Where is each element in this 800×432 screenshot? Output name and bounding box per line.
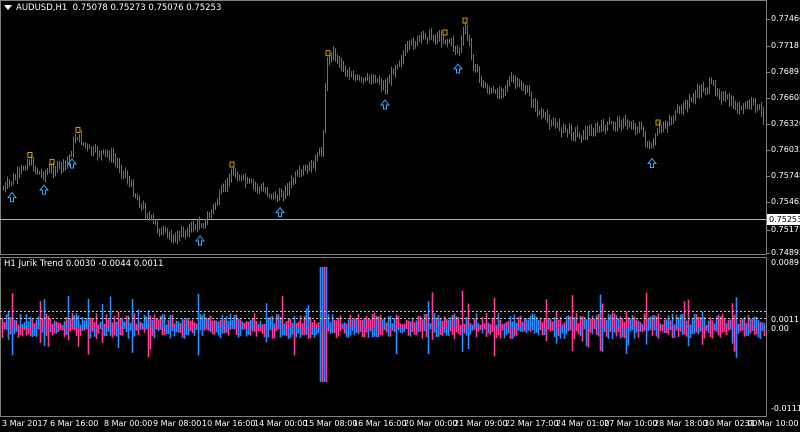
up-arrow-icon: [6, 191, 18, 203]
current-price-box: 0.75253: [767, 214, 800, 225]
indicator-frame: [0, 257, 767, 417]
price-tick: 0.77466: [771, 14, 800, 23]
time-label: 21 Mar 09:00: [454, 419, 508, 428]
up-arrow-icon: [274, 206, 286, 218]
price-tick: 0.76608: [771, 93, 800, 102]
time-label: 24 Mar 01:00: [556, 419, 610, 428]
price-tick: 0.76891: [771, 67, 800, 76]
time-label: 20 Mar 00:00: [404, 419, 458, 428]
main-chart-frame: [0, 0, 767, 255]
indicator-header: H1 Jurik Trend 0.0030 -0.0044 0.0011: [4, 259, 164, 269]
time-label: 16 Mar 16:00: [353, 419, 407, 428]
fractal-marker-icon: [75, 126, 81, 133]
collapse-triangle-icon[interactable]: [4, 5, 12, 10]
time-label: 15 Mar 08:00: [304, 419, 358, 428]
time-label: 14 Mar 00:00: [254, 419, 308, 428]
time-label: 3 Mar 2017: [2, 419, 48, 428]
up-arrow-icon: [194, 235, 206, 246]
indicator-tick: 0.00: [771, 324, 789, 333]
up-arrow-icon: [646, 157, 658, 168]
chart-canvas[interactable]: [0, 0, 800, 432]
candles-layer: [3, 22, 764, 245]
time-label: 9 Mar 08:00: [153, 419, 202, 428]
fractal-marker-icon: [229, 161, 235, 168]
time-label: 28 Mar 18:00: [654, 419, 708, 428]
price-tick: 0.76033: [771, 145, 800, 154]
price-tick: 0.76320: [771, 119, 800, 128]
jurik-histogram-layer: [1, 267, 766, 382]
indicator-tick: 0.0089: [771, 258, 799, 267]
time-label: 10 Mar 16:00: [202, 419, 256, 428]
price-tick: 0.75177: [771, 225, 800, 234]
time-label: 8 Mar 00:00: [104, 419, 153, 428]
time-label: 22 Mar 17:00: [505, 419, 559, 428]
fractal-marker-icon: [325, 50, 331, 57]
price-tick: 0.77181: [771, 41, 800, 50]
ohlc-values: 0.75078 0.75273 0.75076 0.75253: [72, 3, 222, 13]
fractal-marker-icon: [442, 29, 448, 36]
indicator-tick: 0.0011: [771, 315, 799, 324]
symbol-header: AUDUSD,H1 0.75078 0.75273 0.75076 0.7525…: [4, 3, 221, 13]
price-tick: 0.75462: [771, 197, 800, 206]
time-label: 27 Mar 10:00: [604, 419, 658, 428]
time-label: 6 Mar 16:00: [50, 419, 99, 428]
price-tick: 0.74893: [771, 248, 800, 257]
chart-window[interactable]: AUDUSD,H1 0.75078 0.75273 0.75076 0.7525…: [0, 0, 800, 432]
up-arrow-icon: [379, 99, 391, 110]
price-tick: 0.75748: [771, 171, 800, 180]
symbol-label: AUDUSD,H1: [16, 3, 68, 13]
up-arrow-icon: [38, 184, 50, 195]
indicator-tick: -0.0111: [771, 404, 800, 413]
up-arrow-icon: [452, 63, 464, 74]
time-label: 31 Mar 10:00: [745, 419, 799, 428]
